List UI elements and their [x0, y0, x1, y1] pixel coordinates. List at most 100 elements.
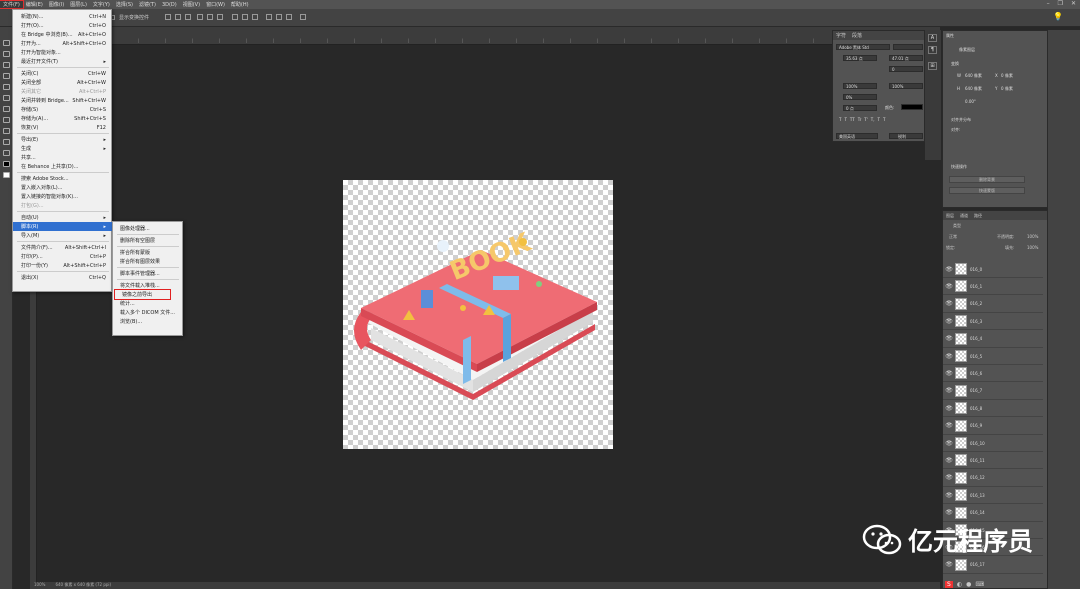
- file-menu-item[interactable]: 在 Behance 上共享(D)...: [13, 162, 112, 171]
- file-menu-item[interactable]: 脚本(R) ▸: [13, 222, 112, 231]
- layer-row[interactable]: 👁 016_9: [943, 417, 1043, 435]
- subscript-button[interactable]: T,: [871, 117, 875, 122]
- menu-3d[interactable]: 3D(D): [159, 2, 180, 8]
- align-top-icon[interactable]: [197, 14, 203, 20]
- eraser-tool-icon[interactable]: [3, 139, 10, 145]
- tracking-field[interactable]: 0: [889, 66, 923, 72]
- faux-bold-button[interactable]: T: [839, 117, 841, 122]
- distribute-bottom-icon[interactable]: [252, 14, 258, 20]
- text-color-swatch[interactable]: [901, 104, 923, 110]
- menu-file[interactable]: 文件(F): [0, 0, 24, 9]
- move-tool-icon[interactable]: [3, 40, 10, 46]
- script-menu-item[interactable]: 载入多个 DICOM 文件...: [113, 308, 183, 317]
- tab-paragraph[interactable]: 段落: [852, 32, 862, 39]
- visibility-eye-icon[interactable]: 👁: [943, 335, 955, 342]
- layer-row[interactable]: 👁 016_1: [943, 278, 1043, 296]
- file-menu-item[interactable]: 打印一份(Y) Alt+Shift+Ctrl+P: [13, 261, 112, 270]
- distribute-top-icon[interactable]: [232, 14, 238, 20]
- height-value[interactable]: 640 像素: [965, 86, 982, 92]
- visibility-eye-icon[interactable]: 👁: [943, 440, 955, 447]
- menu-filter[interactable]: 滤镜(T): [136, 1, 159, 8]
- file-menu-item[interactable]: 导出(E) ▸: [13, 135, 112, 144]
- visibility-eye-icon[interactable]: 👁: [943, 561, 955, 568]
- file-menu-item[interactable]: 最近打开文件(T) ▸: [13, 57, 112, 66]
- more-options-icon[interactable]: [300, 14, 306, 20]
- close-icon[interactable]: ✕: [1071, 0, 1076, 9]
- menu-help[interactable]: 帮助(H): [228, 1, 252, 8]
- visibility-eye-icon[interactable]: 👁: [943, 266, 955, 273]
- baseline-field[interactable]: 0 点: [843, 105, 877, 111]
- distribute-right-icon[interactable]: [286, 14, 292, 20]
- file-menu-item[interactable]: 打包(G)...: [13, 201, 112, 210]
- script-menu-item[interactable]: 图像处理器...: [113, 224, 183, 233]
- font-style-select[interactable]: [893, 44, 923, 50]
- visibility-eye-icon[interactable]: 👁: [943, 509, 955, 516]
- superscript-button[interactable]: T': [864, 117, 868, 122]
- blend-mode-select[interactable]: 正常: [949, 234, 957, 240]
- script-menu-item[interactable]: 浏览(B)...: [113, 317, 183, 326]
- visibility-eye-icon[interactable]: 👁: [943, 283, 955, 290]
- small-caps-button[interactable]: Tr: [858, 117, 862, 122]
- layer-row[interactable]: 👁 016_8: [943, 400, 1043, 418]
- quick-select-tool-icon[interactable]: [3, 73, 10, 79]
- file-menu-item[interactable]: 打开为智能对象...: [13, 48, 112, 57]
- visibility-eye-icon[interactable]: 👁: [943, 405, 955, 412]
- vertical-scale-field[interactable]: 100%: [843, 83, 877, 89]
- layer-row[interactable]: 👁 016_11: [943, 452, 1043, 470]
- strikethrough-button[interactable]: T: [883, 117, 885, 122]
- file-menu-item[interactable]: 关闭其它 Alt+Ctrl+P: [13, 87, 112, 96]
- marquee-tool-icon[interactable]: [3, 51, 10, 57]
- stamp-tool-icon[interactable]: [3, 128, 10, 134]
- tray-icon[interactable]: ◐: [957, 581, 962, 588]
- visibility-eye-icon[interactable]: 👁: [943, 492, 955, 499]
- doc-info[interactable]: 640 像素 x 640 像素 (72 ppi): [55, 582, 111, 589]
- visibility-eye-icon[interactable]: 👁: [943, 353, 955, 360]
- align-bottom-icon[interactable]: [217, 14, 223, 20]
- minimize-icon[interactable]: –: [1047, 0, 1050, 9]
- opacity-value[interactable]: 100%: [1027, 234, 1038, 239]
- healing-tool-icon[interactable]: [3, 106, 10, 112]
- visibility-eye-icon[interactable]: 👁: [943, 318, 955, 325]
- layer-row[interactable]: 👁 016_10: [943, 435, 1043, 452]
- layer-row[interactable]: 👁 016_4: [943, 330, 1043, 348]
- background-color-swatch[interactable]: [3, 172, 10, 178]
- quick-actions-heading[interactable]: 快速操作: [951, 164, 967, 170]
- language-select[interactable]: 美国英语: [836, 133, 878, 139]
- file-menu-item[interactable]: 打开为... Alt+Shift+Ctrl+O: [13, 39, 112, 48]
- align-right-icon[interactable]: [185, 14, 191, 20]
- layer-row[interactable]: 👁 016_2: [943, 295, 1043, 313]
- file-menu-item[interactable]: 关闭全部 Alt+Ctrl+W: [13, 78, 112, 87]
- script-menu-item[interactable]: 拼合所有图层效果: [113, 257, 183, 266]
- x-value[interactable]: 0 像素: [1001, 73, 1013, 79]
- keyboard-icon[interactable]: ⌨: [975, 581, 984, 588]
- tab-channels[interactable]: 通道: [960, 213, 968, 219]
- file-menu-item[interactable]: 打印(P)... Ctrl+P: [13, 252, 112, 261]
- file-menu-item[interactable]: 关闭并转到 Bridge... Shift+Ctrl+W: [13, 96, 112, 105]
- lightbulb-icon[interactable]: 💡: [1053, 12, 1063, 21]
- layer-row[interactable]: 👁 016_17: [943, 556, 1043, 574]
- file-menu-item[interactable]: 搜索 Adobe Stock...: [13, 174, 112, 183]
- antialias-select[interactable]: 锐利: [889, 133, 923, 139]
- zoom-level[interactable]: 100%: [34, 582, 45, 589]
- file-menu-item[interactable]: 自动(U) ▸: [13, 213, 112, 222]
- distribute-left-icon[interactable]: [266, 14, 272, 20]
- menu-window[interactable]: 窗口(W): [203, 1, 228, 8]
- visibility-eye-icon[interactable]: 👁: [943, 474, 955, 481]
- menu-layer[interactable]: 图层(L): [67, 1, 90, 8]
- sogou-input-icon[interactable]: S: [945, 580, 953, 588]
- underline-button[interactable]: T: [878, 117, 880, 122]
- angle-value[interactable]: 0.00°: [965, 99, 976, 104]
- leading-field[interactable]: 47.01 点: [889, 55, 923, 61]
- export-layers-menu-item[interactable]: 镜像之前导出: [114, 289, 171, 300]
- file-menu-item[interactable]: 置入链接的智能对象(K)...: [13, 192, 112, 201]
- file-menu-item[interactable]: 存储为(A)... Shift+Ctrl+S: [13, 114, 112, 123]
- foreground-color-swatch[interactable]: [3, 161, 10, 167]
- file-menu-item[interactable]: 共享...: [13, 153, 112, 162]
- file-menu-item[interactable]: 导入(M) ▸: [13, 231, 112, 240]
- align-center-icon[interactable]: [175, 14, 181, 20]
- transform-heading[interactable]: 变换: [951, 61, 959, 67]
- file-menu-item[interactable]: 打开(O)... Ctrl+O: [13, 21, 112, 30]
- lasso-tool-icon[interactable]: [3, 62, 10, 68]
- layer-row[interactable]: 👁 016_5: [943, 348, 1043, 365]
- y-value[interactable]: 0 像素: [1001, 86, 1013, 92]
